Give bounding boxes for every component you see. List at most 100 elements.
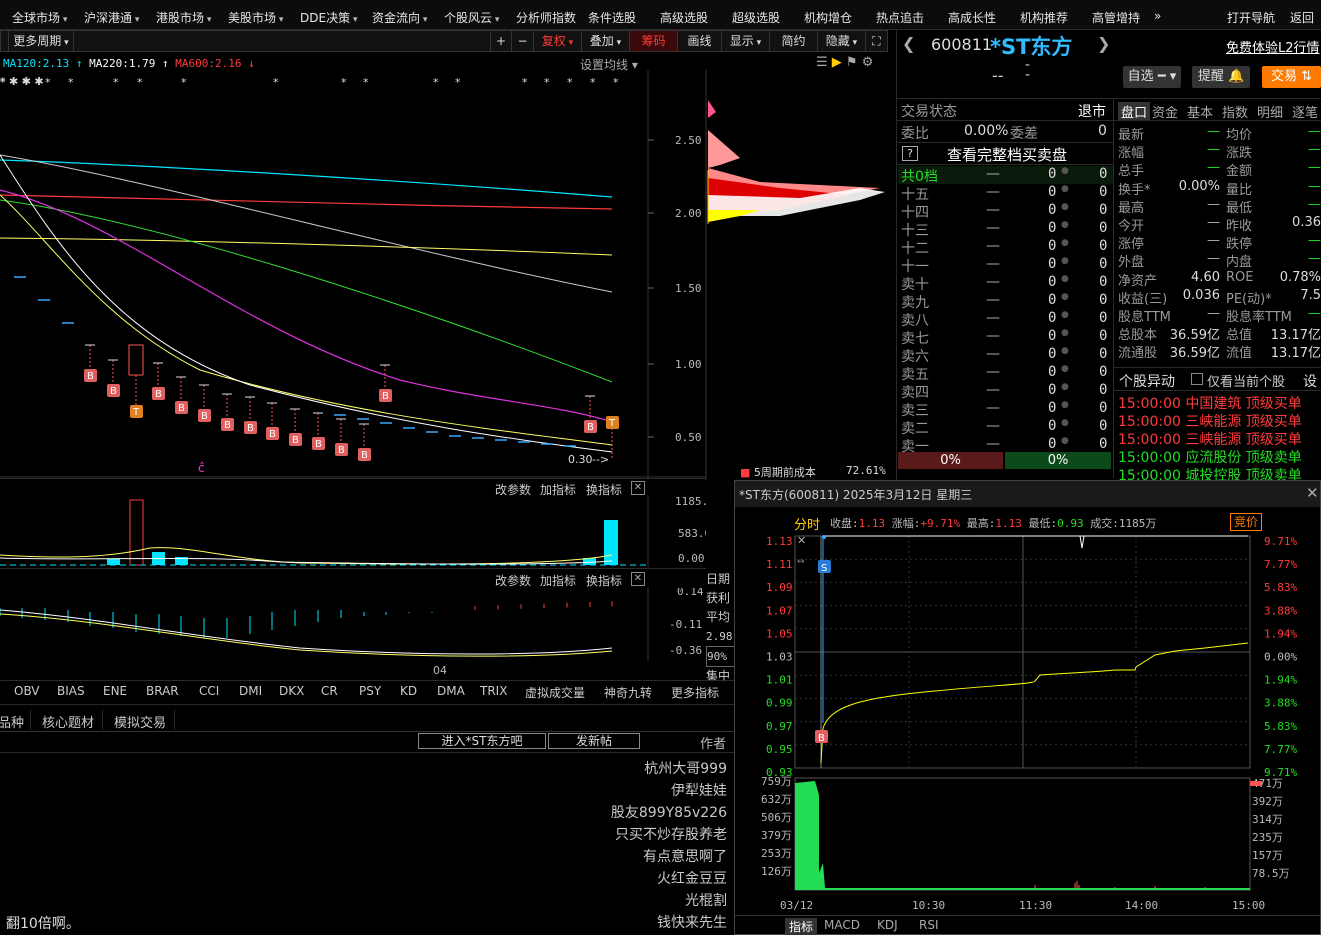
nav-item[interactable]: 分析师指数 xyxy=(516,9,576,26)
nav-item[interactable]: 条件选股 xyxy=(588,9,636,26)
full-orderbook-button[interactable]: 查看完整档买卖盘 xyxy=(947,144,1067,165)
indicator-tab[interactable]: DKX xyxy=(279,684,304,698)
overlay-button[interactable]: 叠加 ▾ xyxy=(582,31,630,51)
intraday-vol-label: 632万 xyxy=(761,793,792,806)
tab-variety[interactable]: 品种 xyxy=(0,712,24,731)
self-select-button[interactable]: 自选 ━ ▾ xyxy=(1123,66,1181,88)
forum-author[interactable]: 有点意思啊了 xyxy=(643,846,727,866)
quote-value: — xyxy=(1207,160,1220,176)
indicator-tab[interactable]: KD xyxy=(400,684,417,698)
alert-row[interactable]: 15:00:00 中国建筑 顶级买单 xyxy=(1118,393,1302,413)
display-button[interactable]: 显示 ▾ xyxy=(722,31,770,51)
indicator-tab[interactable]: CCI xyxy=(199,684,219,698)
forum-author[interactable]: 杭州大哥999 xyxy=(644,758,727,778)
popup-indicator-tab[interactable]: MACD xyxy=(824,918,860,932)
help-icon[interactable]: ? xyxy=(902,146,918,161)
nav-item[interactable]: 机构增仓 xyxy=(804,9,852,26)
forum-author[interactable]: 火红金豆豆 xyxy=(657,868,727,888)
macd-change-params[interactable]: 改参数 xyxy=(495,572,531,589)
forum-author[interactable]: 只买不炒存股养老 xyxy=(615,824,727,844)
nav-more-button[interactable]: » xyxy=(1154,9,1161,23)
alerts-settings-button[interactable]: 设 xyxy=(1303,371,1317,391)
indicator-tab[interactable]: BIAS xyxy=(57,684,85,698)
forum-post-title[interactable]: 翻10倍啊。 xyxy=(6,913,80,933)
nav-item[interactable]: 高级选股 xyxy=(660,9,708,26)
quote-tab[interactable]: 指数 xyxy=(1222,102,1248,121)
alert-row[interactable]: 15:00:00 三峡能源 顶级买单 xyxy=(1118,411,1302,431)
nav-item[interactable]: 美股市场 xyxy=(228,9,283,26)
tab-core-theme[interactable]: 核心题材 xyxy=(42,712,94,731)
indicator-tab[interactable]: TRIX xyxy=(480,684,507,698)
open-navigation-button[interactable]: 打开导航 xyxy=(1227,9,1275,26)
macd-add-indicator[interactable]: 加指标 xyxy=(540,572,576,589)
indicator-tab[interactable]: 更多指标 xyxy=(671,684,719,701)
chart-tools-icon[interactable]: ☰ ▶ ⚑ ⚙ xyxy=(816,55,873,70)
back-button[interactable]: 返回 xyxy=(1290,9,1314,26)
price-axis-label: 2.00 xyxy=(675,207,702,220)
indicator-tab[interactable]: DMI xyxy=(239,684,262,698)
nav-item[interactable]: 高管增持 xyxy=(1092,9,1140,26)
nav-item[interactable]: 个股风云 xyxy=(444,9,499,26)
indicator-tab[interactable]: OBV xyxy=(14,684,40,698)
popup-indicator-tab[interactable]: 指标 xyxy=(785,918,818,935)
zoom-out-button[interactable]: − xyxy=(512,31,534,51)
nav-item[interactable]: 超级选股 xyxy=(732,9,780,26)
l2-trial-link[interactable]: 免费体验L2行情 xyxy=(1226,37,1320,56)
chips-button[interactable]: 筹码 xyxy=(630,31,678,51)
quote-tab[interactable]: 资金 xyxy=(1152,102,1178,121)
trade-button[interactable]: 交易 ⇅ xyxy=(1262,66,1321,88)
alert-row[interactable]: 15:00:00 应流股份 顶级卖单 xyxy=(1118,447,1302,467)
indicator-tab[interactable]: CR xyxy=(321,684,338,698)
nav-item[interactable]: 机构推荐 xyxy=(1020,9,1068,26)
nav-item[interactable]: 高成长性 xyxy=(948,9,996,26)
nav-item[interactable]: 港股市场 xyxy=(156,9,211,26)
quote-tab[interactable]: 明细 xyxy=(1257,102,1283,121)
remind-button[interactable]: 提醒 🔔 xyxy=(1192,66,1250,88)
nav-item[interactable]: 沪深港通 xyxy=(84,9,139,26)
macd-switch-indicator[interactable]: 换指标 xyxy=(586,572,622,589)
prev-stock-icon[interactable]: ❮ xyxy=(902,34,915,53)
more-period-button[interactable]: 更多周期 ▾ xyxy=(8,31,74,51)
macd-close-icon[interactable]: ✕ xyxy=(631,572,645,586)
svg-text:B: B xyxy=(155,389,162,400)
quote-tab[interactable]: 盘口 xyxy=(1118,102,1151,121)
zoom-in-button[interactable]: + xyxy=(490,31,512,51)
quote-tab[interactable]: 逐笔 xyxy=(1292,102,1318,121)
popup-indicator-tab[interactable]: RSI xyxy=(919,918,939,932)
forum-author[interactable]: 光棍割 xyxy=(685,890,727,910)
auction-button[interactable]: 竞价 xyxy=(1230,513,1262,531)
indicator-tab[interactable]: 虚拟成交量 xyxy=(525,684,585,701)
new-post-button[interactable]: 发新帖 xyxy=(548,733,640,749)
simple-button[interactable]: 简约 xyxy=(770,31,818,51)
draw-line-button[interactable]: 画线 xyxy=(678,31,722,51)
popup-indicator-tab[interactable]: KDJ xyxy=(877,918,898,932)
popup-close-icon[interactable]: ✕ xyxy=(1306,484,1319,502)
quote-value: — xyxy=(1308,160,1321,176)
enter-forum-button[interactable]: 进入*ST东方吧 xyxy=(418,733,546,749)
quote-tab[interactable]: 基本 xyxy=(1187,102,1213,121)
indicator-tab[interactable]: 神奇九转 xyxy=(604,684,652,701)
price-axis-label: 1.50 xyxy=(675,282,702,295)
nav-item[interactable]: 全球市场 xyxy=(12,9,67,26)
svg-text:B: B xyxy=(224,420,231,431)
orderbook-row: 十四 —0 ● 0 xyxy=(901,202,1108,221)
vol-close-icon[interactable]: ✕ xyxy=(631,481,645,495)
fuquan-button[interactable]: 复权 ▾ xyxy=(534,31,582,51)
indicator-tab[interactable]: ENE xyxy=(103,684,127,698)
forum-author[interactable]: 伊犁娃娃 xyxy=(671,780,727,800)
indicator-tab[interactable]: BRAR xyxy=(146,684,179,698)
forum-author[interactable]: 钱快来先生 xyxy=(657,912,727,932)
nav-item[interactable]: 资金流向 xyxy=(372,9,427,26)
indicator-tab[interactable]: DMA xyxy=(437,684,465,698)
nav-item[interactable]: DDE决策 xyxy=(300,9,357,26)
orderbook-row: 卖八 —0 ● 0 xyxy=(901,310,1108,329)
alert-row[interactable]: 15:00:00 三峡能源 顶级买单 xyxy=(1118,429,1302,449)
fullscreen-button[interactable]: ⛶ xyxy=(866,31,888,51)
nav-item[interactable]: 热点追击 xyxy=(876,9,924,26)
only-current-checkbox[interactable] xyxy=(1191,373,1203,385)
tab-sim-trade[interactable]: 模拟交易 xyxy=(114,712,166,731)
next-stock-icon[interactable]: ❯ xyxy=(1097,34,1110,53)
indicator-tab[interactable]: PSY xyxy=(359,684,381,698)
hide-button[interactable]: 隐藏 ▾ xyxy=(818,31,866,51)
forum-author[interactable]: 股友899Y85v226 xyxy=(611,802,727,822)
